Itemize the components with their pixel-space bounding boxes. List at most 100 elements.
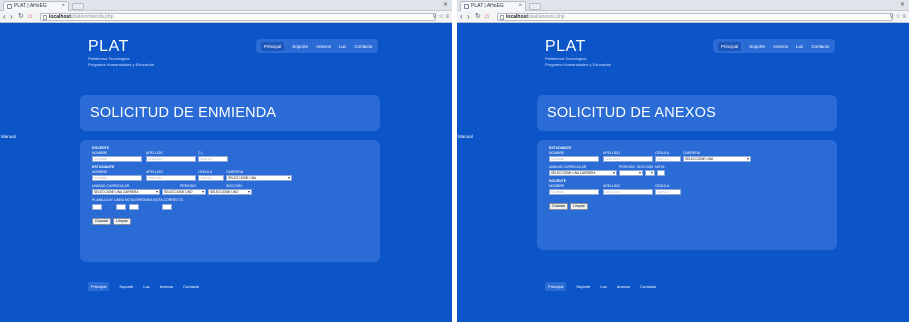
nota-input[interactable] [657, 170, 665, 176]
estudiante-cedula-label: CEDULA [198, 170, 213, 174]
brand-block: PLAT Plataforma Tecnológica Programa Hum… [88, 38, 154, 68]
toolbar-icons[interactable]: ⚲ ☆ ≡ [889, 13, 906, 20]
nav-contacto[interactable]: Contacto [354, 44, 372, 49]
sidebar-manual-link[interactable]: Manual [1, 134, 16, 139]
estudiante-nombre-label: NOMBRE [92, 170, 108, 174]
close-tab-icon[interactable]: × [61, 2, 65, 11]
footer-nav-soporte[interactable]: Soporte [119, 284, 133, 289]
carrera-select[interactable]: SELECCIONE UNA [226, 175, 292, 181]
tab-title: PLAT | AHoEG [14, 3, 47, 9]
nav-anexos[interactable]: Anexos [316, 44, 331, 49]
sidebar-manual-link[interactable]: Manual [458, 134, 473, 139]
toolbar-icons[interactable]: ⚲ ☆ ≡ [432, 13, 449, 20]
page-favicon-icon [7, 4, 12, 9]
periodo-label: PERIODO [180, 184, 197, 188]
footer-nav-contacto[interactable]: Contacto [183, 284, 199, 289]
page-title: SOLICITUD DE ANEXOS [547, 105, 716, 121]
nota-erronea-input[interactable] [129, 204, 139, 210]
footer-nav-anexos[interactable]: Anexos [160, 284, 173, 289]
unidad-curricular-select[interactable]: SELECCIONE UNA CARRERA [549, 170, 617, 176]
docente-cedula-label: CEDULA [655, 184, 670, 188]
footer-nav-luz[interactable]: Luz [143, 284, 149, 289]
estudiante-cedula-input[interactable]: CEDULA [655, 156, 681, 162]
periodo-select[interactable]: SELECCIONE UNO [162, 189, 206, 195]
reload-icon[interactable]: ↻ [475, 12, 481, 22]
address-bar[interactable]: localhost/plat/enmienda.php [40, 13, 436, 21]
estudiante-apellido-input[interactable]: APELLIDO [146, 175, 196, 181]
nav-contacto[interactable]: Contacto [811, 44, 829, 49]
new-tab-button[interactable] [72, 3, 84, 10]
seccion-select[interactable] [645, 170, 655, 176]
nav-soporte[interactable]: Soporte [749, 44, 765, 49]
nav-principal[interactable]: Principal [261, 41, 285, 51]
address-bar[interactable]: localhost/plat/anexos.php [497, 13, 893, 21]
tab-bar: PLAT | AHoEG × ✕ [0, 0, 452, 11]
nota-correcta-input[interactable] [162, 204, 172, 210]
periodo-label: PERIODO [619, 165, 636, 169]
guardar-button[interactable]: Guardar [549, 203, 569, 210]
back-arrow-icon[interactable]: ‹ [3, 12, 6, 22]
close-tab-icon[interactable]: × [518, 2, 522, 11]
carrera-select[interactable]: SELECCIONE UNA [683, 156, 751, 162]
unidad-curricular-select[interactable]: SELECCIONE UNA CARRERA [92, 189, 160, 195]
window-close-icon[interactable]: ✕ [443, 1, 448, 8]
estudiante-apellido-input[interactable]: APELLIDO [603, 156, 653, 162]
browser-tab[interactable]: PLAT | AHoEG × [460, 1, 526, 11]
forward-arrow-icon[interactable]: › [467, 12, 470, 22]
page-viewport: PLAT Plataforma Tecnológica Programa Hum… [0, 24, 452, 322]
nav-anexos[interactable]: Anexos [773, 44, 788, 49]
back-arrow-icon[interactable]: ‹ [460, 12, 463, 22]
home-icon[interactable]: ⌂ [28, 12, 32, 22]
docente-nombre-input[interactable]: NOMBRE [549, 189, 599, 195]
page-viewport: PLAT Plataforma Tecnológica Programa Hum… [457, 24, 909, 322]
forward-arrow-icon[interactable]: › [10, 12, 13, 22]
limpiar-button[interactable]: Limpiar [570, 203, 588, 210]
nav-principal[interactable]: Principal [718, 41, 742, 51]
periodo-select[interactable] [619, 170, 643, 176]
new-tab-button[interactable] [529, 3, 541, 10]
docente-apellido-input[interactable]: APELLIDO [603, 189, 653, 195]
estudiante-apellido-label: APELLIDO [603, 151, 621, 155]
footer-nav-contacto[interactable]: Contacto [640, 284, 656, 289]
docente-apellido-input[interactable]: APELLIDO [146, 156, 196, 162]
footer-nav-soporte[interactable]: Soporte [576, 284, 590, 289]
browser-toolbar: ‹ › ↻ ⌂ localhost/plat/enmienda.php ⚲ ☆ … [0, 11, 452, 23]
planilla-input[interactable] [92, 204, 102, 210]
docente-ci-input[interactable]: CEDULA [198, 156, 228, 162]
estudiante-carrera-label: CARRERA [226, 170, 244, 174]
seccion-select[interactable]: SELECCIONE UNO [208, 189, 252, 195]
window-close-icon[interactable]: ✕ [900, 1, 905, 8]
docente-ci-label: C.I. [198, 151, 204, 155]
docente-nombre-label: NOMBRE [92, 151, 108, 155]
limpiar-button[interactable]: Limpiar [113, 218, 131, 225]
reload-icon[interactable]: ↻ [18, 12, 24, 22]
page-icon [43, 15, 47, 20]
brand-title: PLAT [88, 38, 129, 55]
footer-nav-luz[interactable]: Luz [600, 284, 606, 289]
footer-nav-principal[interactable]: Principal [88, 282, 110, 291]
footer-nav-principal[interactable]: Principal [545, 282, 567, 291]
docente-section-title: DOCENTE [92, 146, 110, 150]
estudiante-nombre-input[interactable]: NOMBRE [549, 156, 599, 162]
docente-nombre-input[interactable]: NOMBRE [92, 156, 142, 162]
nav-luz[interactable]: Luz [339, 44, 346, 49]
estudiante-nombre-input[interactable]: NOMBRE [92, 175, 142, 181]
browser-tab[interactable]: PLAT | AHoEG × [3, 1, 69, 11]
seccion-label: SECCION [226, 184, 242, 188]
docente-cedula-input[interactable]: CEDULA [655, 189, 681, 195]
home-icon[interactable]: ⌂ [485, 12, 489, 22]
guardar-button[interactable]: Guardar [92, 218, 112, 225]
linea-input[interactable] [116, 204, 126, 210]
nav-soporte[interactable]: Soporte [292, 44, 308, 49]
unidad-curricular-label: UNIDAD CURRICULAR [549, 165, 587, 169]
footer-nav-anexos[interactable]: Anexos [617, 284, 630, 289]
nav-luz[interactable]: Luz [796, 44, 803, 49]
estudiante-cedula-input[interactable]: CEDULA [198, 175, 224, 181]
estudiante-nombre-label: NOMBRE [549, 151, 565, 155]
page-icon [500, 15, 504, 20]
docente-apellido-label: APELLIDO [146, 151, 164, 155]
estudiante-section-title: ESTUDIANTE [92, 165, 115, 169]
seccion-label: SECCION [637, 165, 653, 169]
docente-nombre-label: NOMBRE [549, 184, 565, 188]
enmienda-form: DOCENTE NOMBRE APELLIDO C.I. NOMBRE APEL… [80, 140, 380, 262]
